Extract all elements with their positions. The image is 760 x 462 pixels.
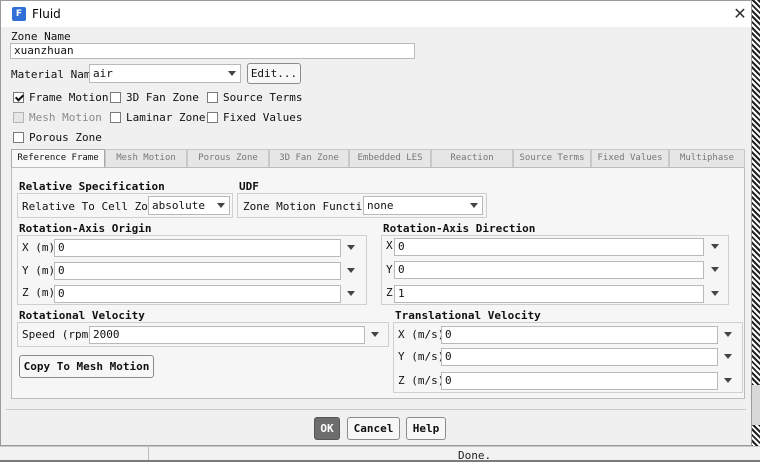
background-window-panel [752,385,760,425]
fan-zone-3d-checkbox[interactable] [110,92,121,103]
fixed-values-label: Fixed Values [223,111,303,124]
help-button[interactable]: Help [406,417,446,440]
cancel-button[interactable]: Cancel [347,417,400,440]
chevron-down-icon[interactable] [711,291,719,296]
chevron-down-icon [217,203,225,208]
material-dropdown[interactable]: air [89,64,241,83]
tab-fixed-values[interactable]: Fixed Values [591,149,669,167]
axis-origin-title: Rotation-Axis Origin [19,222,152,235]
origin-x-input[interactable]: 0 [54,239,341,257]
translational-velocity-title: Translational Velocity [395,309,541,322]
source-terms-checkbox[interactable] [207,92,218,103]
title-bar[interactable]: F Fluid ✕ [1,1,751,27]
direction-z-input[interactable]: 1 [394,285,704,303]
direction-y-input[interactable]: 0 [394,261,704,279]
app-icon: F [12,7,26,21]
copy-to-mesh-motion-button[interactable]: Copy To Mesh Motion [19,355,154,378]
laminar-zone-label: Laminar Zone [126,111,206,124]
fixed-values-checkbox[interactable] [207,112,218,123]
material-value: air [93,67,113,80]
chevron-down-icon[interactable] [347,245,355,250]
direction-x-input[interactable]: 0 [394,238,704,256]
mesh-motion-label: Mesh Motion [29,111,102,124]
tab-multiphase[interactable]: Multiphase [669,149,745,167]
porous-zone-checkbox[interactable] [13,132,24,143]
origin-z-input[interactable]: 0 [54,285,341,303]
chevron-down-icon[interactable] [724,378,732,383]
chevron-down-icon[interactable] [347,291,355,296]
frame-motion-checkbox[interactable] [13,92,24,103]
chevron-down-icon [470,203,478,208]
chevron-down-icon[interactable] [724,332,732,337]
tab-mesh-motion[interactable]: Mesh Motion [105,149,187,167]
console-text: Done. [458,449,492,462]
zone-motion-function-label: Zone Motion Function [243,200,376,213]
direction-x-label: X [386,239,393,252]
background-separator [148,447,149,460]
tab-reference-frame[interactable]: Reference Frame [11,149,105,168]
chevron-down-icon[interactable] [347,268,355,273]
origin-z-label: Z (m) [22,286,56,299]
tab-porous-zone[interactable]: Porous Zone [187,149,269,167]
tab-embedded-les[interactable]: Embedded LES [349,149,431,167]
window-title: Fluid [32,7,61,21]
direction-z-label: Z [386,286,393,299]
chevron-down-icon[interactable] [711,267,719,272]
tab-3d-fan-zone[interactable]: 3D Fan Zone [269,149,349,167]
trans-x-input[interactable]: 0 [441,326,718,344]
relative-zone-value: absolute [152,199,205,212]
ok-button[interactable]: OK [314,417,340,440]
chevron-down-icon[interactable] [724,354,732,359]
laminar-zone-checkbox[interactable] [110,112,121,123]
speed-label: Speed (rpm) [22,328,95,341]
origin-x-label: X (m) [22,241,56,254]
frame-motion-label: Frame Motion [29,91,109,104]
button-divider [6,409,746,410]
rotational-velocity-title: Rotational Velocity [19,309,145,322]
trans-z-label: Z (m/s) [398,374,445,387]
source-terms-label: Source Terms [223,91,303,104]
tab-reaction[interactable]: Reaction [431,149,513,167]
udf-title: UDF [239,180,259,193]
trans-z-input[interactable]: 0 [441,372,718,390]
chevron-down-icon[interactable] [711,244,719,249]
zone-name-label: Zone Name [11,30,71,43]
chevron-down-icon [228,71,236,76]
mesh-motion-checkbox [13,112,24,123]
axis-direction-title: Rotation-Axis Direction [383,222,536,235]
trans-y-label: Y (m/s) [398,350,445,363]
relative-zone-label: Relative To Cell Zone [22,200,162,213]
fan-zone-3d-label: 3D Fan Zone [126,91,199,104]
origin-y-label: Y (m) [22,264,56,277]
material-name-label: Material Name [11,68,98,81]
relative-spec-title: Relative Specification [19,180,165,193]
background-console: Done. [0,446,760,462]
chevron-down-icon[interactable] [371,332,379,337]
zone-motion-function-dropdown[interactable]: none [363,196,483,215]
fluid-dialog: F Fluid ✕ Zone Name xuanzhuan Material N… [0,0,752,446]
zone-motion-function-value: none [367,199,394,212]
origin-y-input[interactable]: 0 [54,262,341,280]
zone-name-input[interactable]: xuanzhuan [10,43,415,59]
speed-input[interactable]: 2000 [89,326,365,344]
close-icon[interactable]: ✕ [731,5,749,23]
trans-y-input[interactable]: 0 [441,348,718,366]
tab-source-terms[interactable]: Source Terms [513,149,591,167]
edit-material-button[interactable]: Edit... [247,63,301,84]
direction-y-label: Y [386,263,393,276]
relative-zone-dropdown[interactable]: absolute [148,196,230,215]
porous-zone-label: Porous Zone [29,131,102,144]
trans-x-label: X (m/s) [398,328,445,341]
